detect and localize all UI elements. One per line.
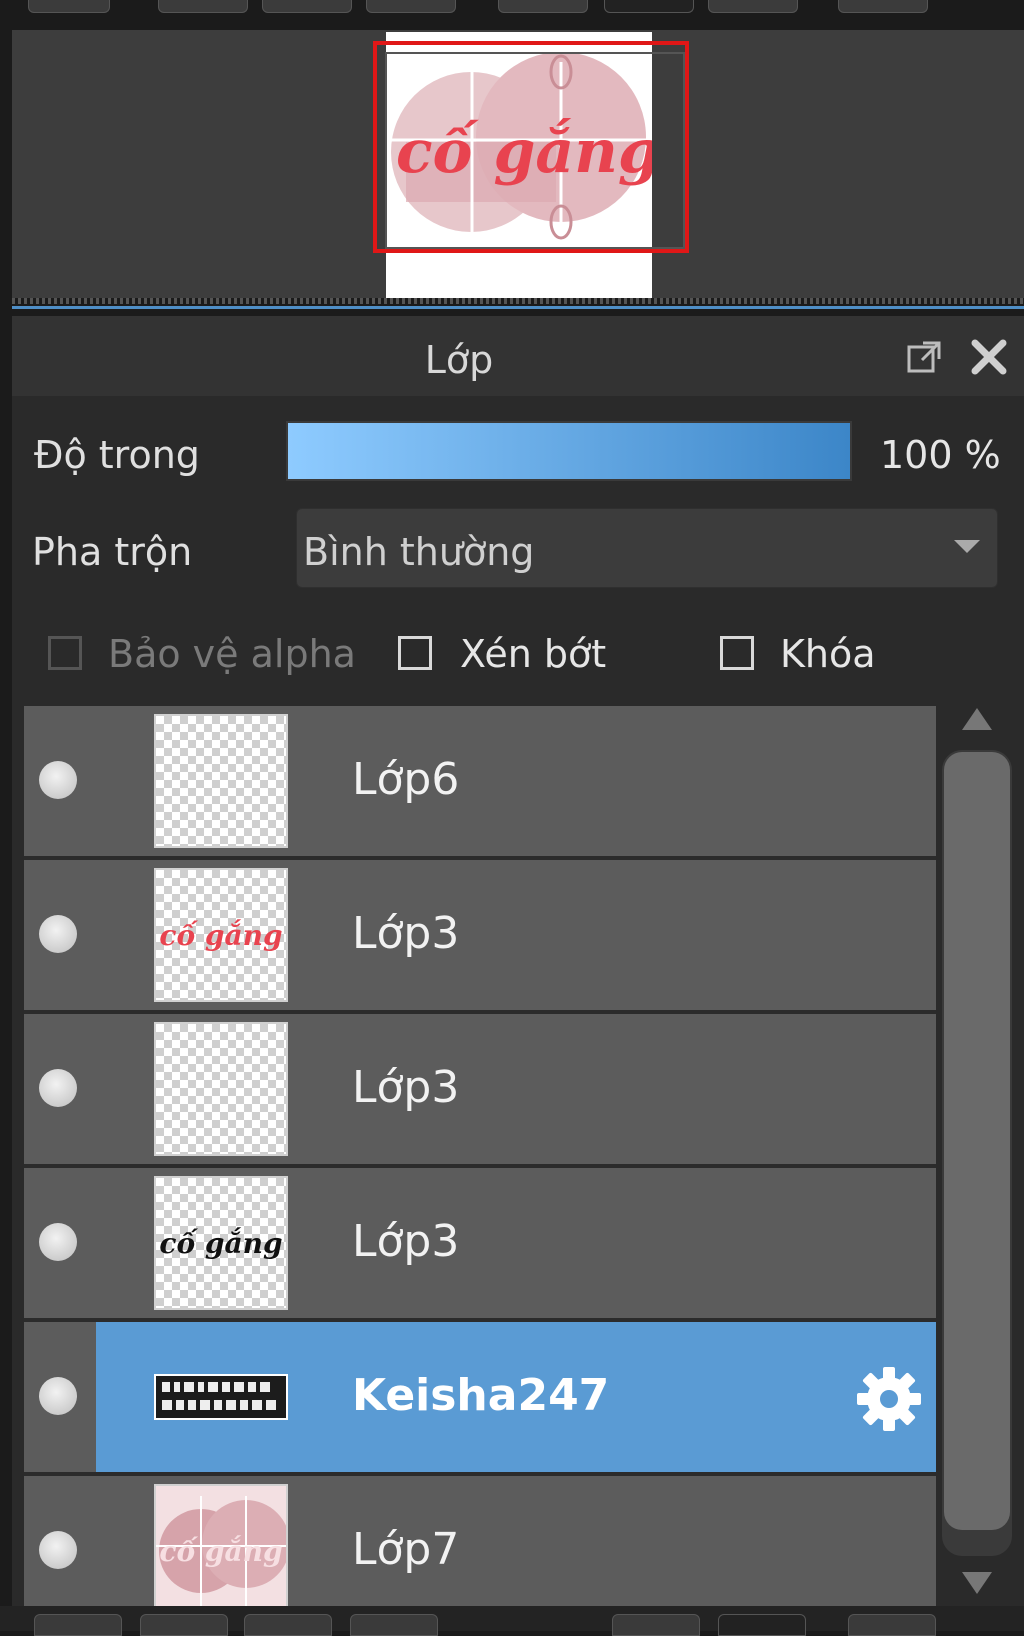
layer-list: Lớp6 cố gắng Lớp3 Lớp3 cố gắng Lớp3 Keis… — [24, 706, 936, 1606]
layer-name: Lớp3 — [352, 1062, 460, 1113]
opacity-label: Độ trong — [34, 433, 200, 477]
panel-divider — [12, 306, 1024, 309]
layer-thumbnail-text: cố gắng — [159, 918, 283, 952]
toolbar-button[interactable] — [262, 0, 352, 13]
layer-name: Lớp6 — [352, 754, 460, 805]
visibility-toggle[interactable] — [39, 1069, 77, 1107]
layer-thumbnail — [154, 714, 288, 848]
layer-thumbnail — [154, 1022, 288, 1156]
scroll-up-icon[interactable] — [962, 708, 992, 730]
lock-checkbox[interactable] — [720, 636, 754, 670]
layer-row[interactable]: cố gắng Lớp3 — [24, 860, 936, 1012]
blend-label: Pha trộn — [32, 530, 193, 574]
lock-label: Khóa — [780, 632, 876, 676]
layer-thumbnail: cố gắng — [154, 1484, 288, 1606]
layer-row[interactable]: cố gắng Lớp7 — [24, 1476, 936, 1606]
toolbar-button[interactable] — [604, 0, 694, 13]
toolbar-button[interactable] — [350, 1614, 438, 1636]
toolbar-button[interactable] — [838, 0, 928, 13]
layer-row-selected[interactable]: Keisha247 — [24, 1322, 936, 1474]
toolbar-button[interactable] — [366, 0, 456, 13]
visibility-toggle[interactable] — [39, 915, 77, 953]
layer-thumbnail-text: cố gắng — [159, 1226, 283, 1260]
layer-name: Lớp7 — [352, 1524, 460, 1575]
layer-name: Lớp3 — [352, 1216, 460, 1267]
layer-name: Keisha247 — [352, 1370, 610, 1421]
layer-row[interactable]: Lớp6 — [24, 706, 936, 858]
layer-thumbnail — [154, 1374, 288, 1420]
layer-row[interactable]: Lớp3 — [24, 1014, 936, 1166]
toolbar-button[interactable] — [498, 0, 588, 13]
opacity-slider[interactable] — [286, 421, 852, 481]
visibility-toggle[interactable] — [39, 1377, 77, 1415]
close-icon[interactable] — [970, 338, 1008, 376]
layer-thumbnail: cố gắng — [154, 1176, 288, 1310]
toolbar-button[interactable] — [28, 0, 110, 13]
toolbar-button[interactable] — [34, 1614, 122, 1636]
toolbar-button[interactable] — [244, 1614, 332, 1636]
viewport-frame[interactable] — [373, 41, 689, 253]
opacity-slider-fill — [288, 423, 850, 479]
popout-icon[interactable] — [906, 338, 944, 376]
layer-thumbnail-text — [156, 1024, 286, 1154]
splitter[interactable] — [12, 298, 1024, 304]
toolbar-button[interactable] — [718, 1614, 806, 1636]
layer-name: Lớp3 — [352, 908, 460, 959]
chevron-down-icon — [954, 540, 980, 553]
protect-alpha-label: Bảo vệ alpha — [108, 632, 356, 676]
layer-thumbnail-text — [156, 716, 286, 846]
toolbar-button[interactable] — [612, 1614, 700, 1636]
panel-title: Lớp — [424, 338, 494, 382]
layer-row[interactable]: cố gắng Lớp3 — [24, 1168, 936, 1320]
toolbar-button[interactable] — [708, 0, 798, 13]
visibility-toggle[interactable] — [39, 1531, 77, 1569]
layer-thumbnail-text: cố gắng — [159, 1534, 283, 1568]
visibility-toggle[interactable] — [39, 1223, 77, 1261]
toolbar-button[interactable] — [158, 0, 248, 13]
blend-mode-value: Bình thường — [303, 530, 535, 574]
visibility-toggle[interactable] — [39, 761, 77, 799]
protect-alpha-checkbox[interactable] — [48, 636, 82, 670]
layer-thumbnail: cố gắng — [154, 868, 288, 1002]
opacity-value: 100 % — [880, 433, 1001, 477]
text-layer-preview — [156, 1376, 286, 1418]
toolbar-button[interactable] — [848, 1614, 936, 1636]
gear-icon[interactable] — [854, 1364, 924, 1434]
clip-label: Xén bớt — [460, 632, 607, 676]
toolbar-button[interactable] — [140, 1614, 228, 1636]
scroll-down-icon[interactable] — [962, 1572, 992, 1594]
scrollbar-thumb[interactable] — [944, 752, 1010, 1530]
clip-checkbox[interactable] — [398, 636, 432, 670]
